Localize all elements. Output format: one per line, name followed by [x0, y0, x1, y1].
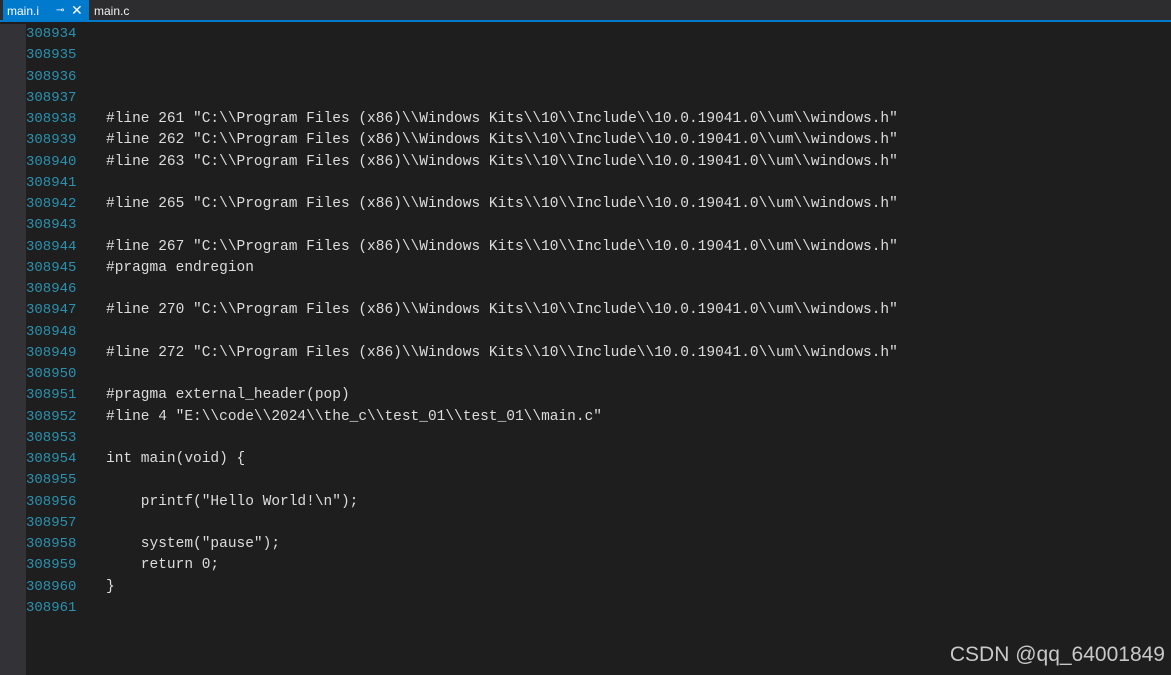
code-text: #line 262 "C:\\Program Files (x86)\\Wind… — [106, 132, 898, 149]
line-number: 308956 — [26, 493, 77, 510]
line-number: 308946 — [26, 281, 77, 297]
line-number: 308945 — [26, 259, 77, 276]
line-number: 308936 — [26, 68, 77, 85]
line-number: 308950 — [26, 366, 77, 382]
code-text: #line 261 "C:\\Program Files (x86)\\Wind… — [106, 111, 898, 127]
code-text: } — [106, 578, 115, 595]
tab-main-c[interactable]: main.c — [91, 0, 151, 22]
line-number: 308959 — [26, 557, 77, 574]
code-editor[interactable]: 308934 308935 308936 308937 308938 #line 261 … — [26, 24, 1171, 675]
code-text: printf("Hello World!\n"); — [106, 493, 359, 510]
line-number: 308957 — [26, 514, 77, 531]
tab-label: main.c — [94, 4, 130, 18]
code-text: return 0; — [106, 557, 220, 574]
line-number: 308934 — [26, 26, 77, 42]
pin-icon[interactable]: ⊸ — [56, 0, 64, 22]
document-tab-bar: main.i ⊸ ✕ main.c — [0, 0, 1171, 22]
line-number: 308943 — [26, 217, 77, 234]
indicator-margin — [0, 24, 26, 675]
line-number: 308954 — [26, 451, 77, 467]
watermark: CSDN @qq_64001849 — [949, 643, 1165, 666]
code-text: #line 267 "C:\\Program Files (x86)\\Wind… — [106, 238, 898, 255]
code-text: #pragma endregion — [106, 259, 254, 276]
line-number: 308940 — [26, 153, 77, 170]
line-number: 308935 — [26, 47, 77, 64]
code-text: #line 270 "C:\\Program Files (x86)\\Wind… — [106, 302, 898, 319]
line-number: 308937 — [26, 89, 77, 106]
code-text: int main(void) { — [106, 451, 246, 467]
line-number: 308955 — [26, 472, 77, 489]
code-text: #line 265 "C:\\Program Files (x86)\\Wind… — [106, 196, 898, 212]
line-number: 308960 — [26, 578, 77, 595]
line-number: 308951 — [26, 387, 77, 404]
line-number: 308952 — [26, 408, 77, 425]
tab-label: main.i — [7, 4, 40, 18]
line-number: 308944 — [26, 238, 77, 255]
line-number: 308961 — [26, 599, 77, 616]
line-number: 308947 — [26, 302, 77, 319]
code-text: #line 263 "C:\\Program Files (x86)\\Wind… — [106, 153, 898, 170]
tab-main-i[interactable]: main.i ⊸ ✕ — [3, 0, 89, 22]
line-number: 308958 — [26, 536, 77, 552]
close-icon[interactable]: ✕ — [71, 0, 83, 21]
code-text: #line 272 "C:\\Program Files (x86)\\Wind… — [106, 344, 898, 361]
code-text: system("pause"); — [106, 536, 281, 552]
line-number: 308953 — [26, 429, 77, 446]
line-number: 308948 — [26, 323, 77, 340]
line-number: 308938 — [26, 111, 77, 127]
line-number: 308941 — [26, 174, 77, 191]
line-number: 308939 — [26, 132, 77, 149]
code-text: #line 4 "E:\\code\\2024\\the_c\\test_01\… — [106, 408, 602, 425]
line-number: 308942 — [26, 196, 77, 212]
line-number: 308949 — [26, 344, 77, 361]
code-text: #pragma external_header(pop) — [106, 387, 350, 404]
